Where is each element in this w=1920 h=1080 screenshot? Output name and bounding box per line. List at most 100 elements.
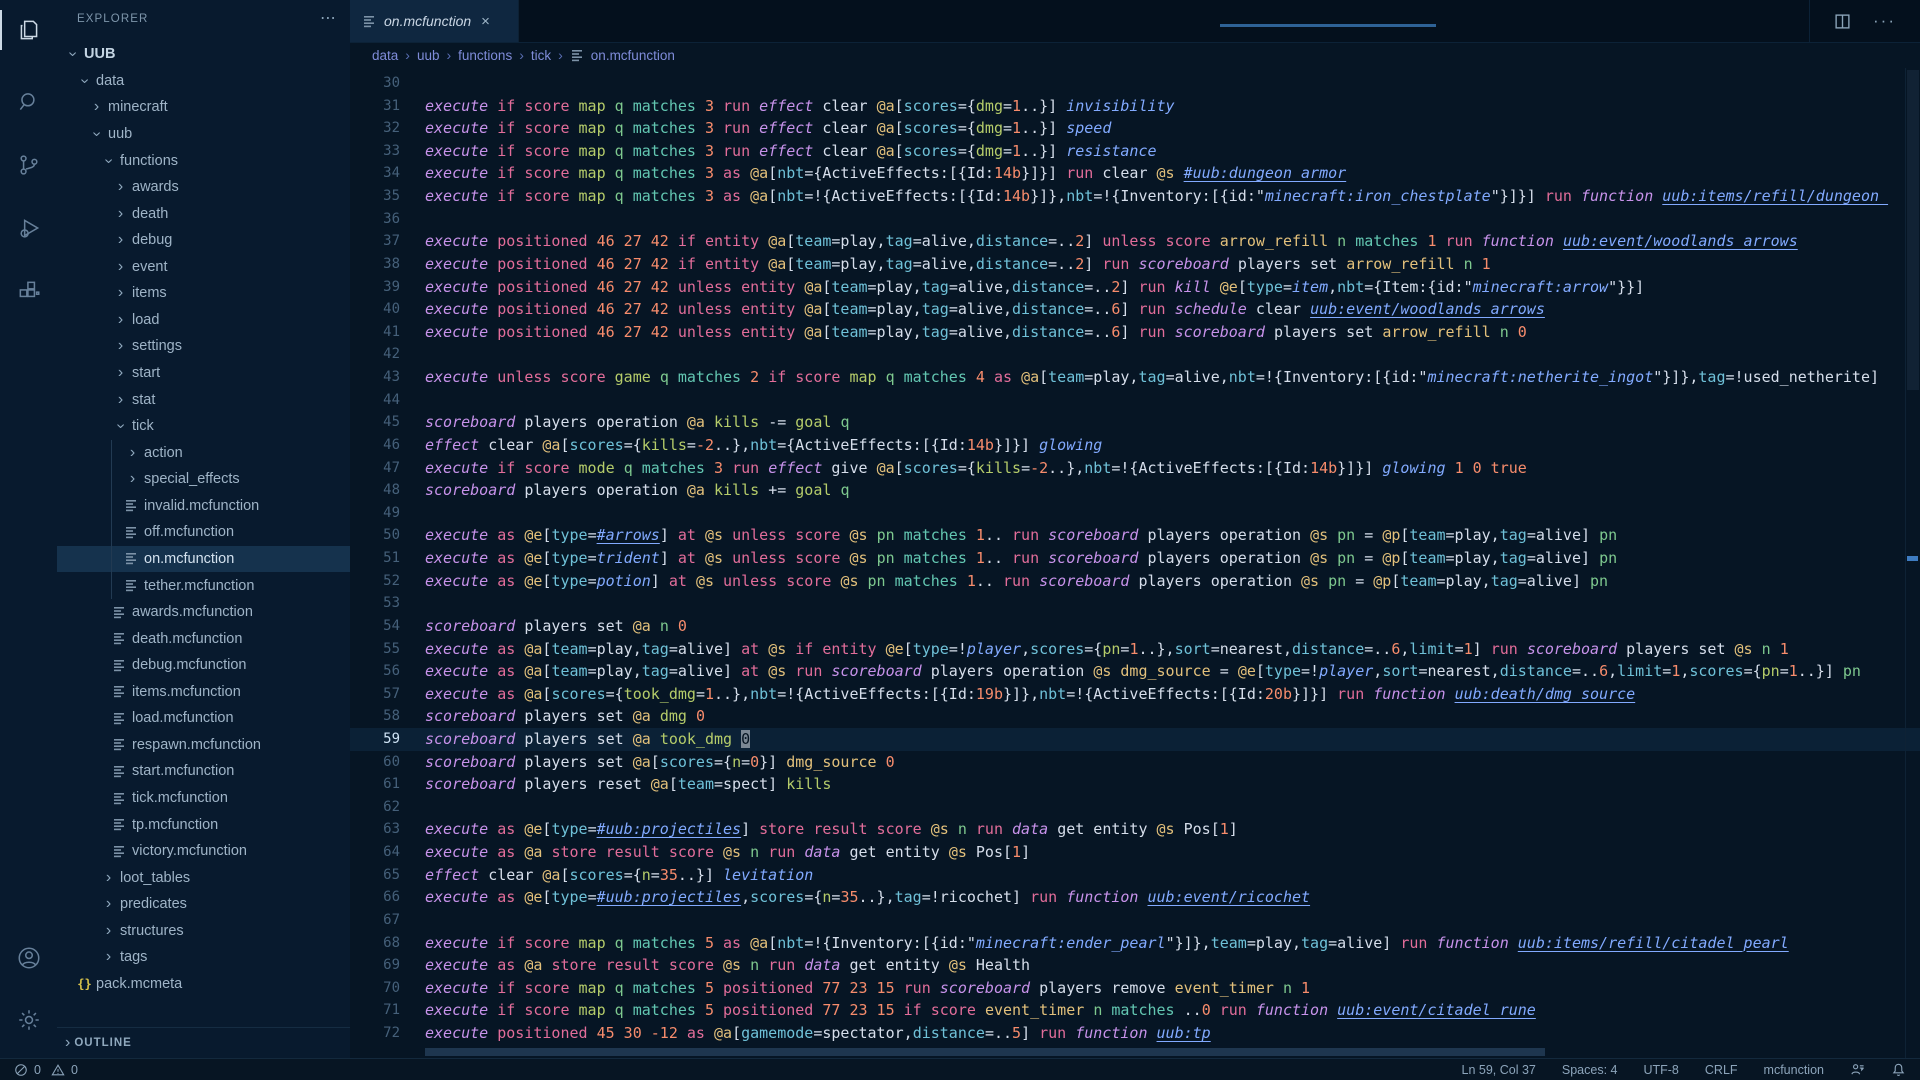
tree-item-items-mcfunction[interactable]: items.mcfunction	[57, 679, 350, 706]
tree-item-debug[interactable]: ›debug	[57, 227, 350, 254]
tree-item-tick-mcfunction[interactable]: tick.mcfunction	[57, 785, 350, 812]
code-line-71[interactable]: 71execute if score map q matches 5 posit…	[350, 999, 1920, 1022]
tab-close-icon[interactable]: ×	[481, 13, 490, 30]
status-item[interactable]: mcfunction	[1764, 1063, 1824, 1077]
tree-item-death-mcfunction[interactable]: death.mcfunction	[57, 625, 350, 652]
outline-section[interactable]: › OUTLINE	[57, 1027, 350, 1058]
code-line-60[interactable]: 60scoreboard players set @a[scores={n=0}…	[350, 751, 1920, 774]
code-line-33[interactable]: 33execute if score map q matches 3 run e…	[350, 140, 1920, 163]
code-line-51[interactable]: 51execute as @e[type=trident] at @s unle…	[350, 547, 1920, 570]
tree-item-tags[interactable]: ›tags	[57, 944, 350, 971]
code-line-63[interactable]: 63execute as @e[type=#uub:projectiles] s…	[350, 818, 1920, 841]
code-line-40[interactable]: 40execute positioned 46 27 42 unless ent…	[350, 298, 1920, 321]
code-line-64[interactable]: 64execute as @a store result score @s n …	[350, 841, 1920, 864]
code-line-70[interactable]: 70execute if score map q matches 5 posit…	[350, 977, 1920, 1000]
tree-item-awards-mcfunction[interactable]: awards.mcfunction	[57, 599, 350, 626]
tree-item-structures[interactable]: ›structures	[57, 918, 350, 945]
status-item[interactable]: Ln 59, Col 37	[1462, 1063, 1536, 1077]
code-line-41[interactable]: 41execute positioned 46 27 42 unless ent…	[350, 321, 1920, 344]
code-line-32[interactable]: 32execute if score map q matches 3 run e…	[350, 117, 1920, 140]
code-line-58[interactable]: 58scoreboard players set @a dmg 0	[350, 705, 1920, 728]
tree-item-uub[interactable]: ›UUB	[57, 41, 350, 68]
breadcrumb-file[interactable]: on.mcfunction	[572, 48, 675, 63]
vertical-scrollbar[interactable]	[1907, 70, 1919, 390]
tree-item-death[interactable]: ›death	[57, 200, 350, 227]
tree-item-functions[interactable]: ›functions	[57, 147, 350, 174]
code-line-50[interactable]: 50execute as @e[type=#arrows] at @s unle…	[350, 524, 1920, 547]
code-line-54[interactable]: 54scoreboard players set @a n 0	[350, 615, 1920, 638]
code-line-35[interactable]: 35execute if score map q matches 3 as @a…	[350, 185, 1920, 208]
tree-item-victory-mcfunction[interactable]: victory.mcfunction	[57, 838, 350, 865]
tree-item-start-mcfunction[interactable]: start.mcfunction	[57, 758, 350, 785]
tree-item-respawn-mcfunction[interactable]: respawn.mcfunction	[57, 732, 350, 759]
status-item[interactable]: CRLF	[1705, 1063, 1738, 1077]
tree-item-stat[interactable]: ›stat	[57, 386, 350, 413]
feedback-icon[interactable]	[1850, 1062, 1865, 1077]
editor-more-icon[interactable]: ···	[1873, 11, 1896, 31]
tree-item-on-mcfunction[interactable]: on.mcfunction	[57, 546, 350, 573]
tree-item-debug-mcfunction[interactable]: debug.mcfunction	[57, 652, 350, 679]
code-line-62[interactable]: 62	[350, 796, 1920, 819]
code-line-53[interactable]: 53	[350, 592, 1920, 615]
code-line-48[interactable]: 48scoreboard players operation @a kills …	[350, 479, 1920, 502]
tree-item-settings[interactable]: ›settings	[57, 333, 350, 360]
tree-item-load-mcfunction[interactable]: load.mcfunction	[57, 705, 350, 732]
code-line-72[interactable]: 72execute positioned 45 30 -12 as @a[gam…	[350, 1022, 1920, 1045]
code-line-39[interactable]: 39execute positioned 46 27 42 unless ent…	[350, 276, 1920, 299]
code-line-37[interactable]: 37execute positioned 46 27 42 if entity …	[350, 230, 1920, 253]
tree-item-start[interactable]: ›start	[57, 360, 350, 387]
code-line-61[interactable]: 61scoreboard players reset @a[team=spect…	[350, 773, 1920, 796]
code-line-65[interactable]: 65effect clear @a[scores={n=35..}] levit…	[350, 864, 1920, 887]
tree-item-tp-mcfunction[interactable]: tp.mcfunction	[57, 811, 350, 838]
code-line-34[interactable]: 34execute if score map q matches 3 as @a…	[350, 162, 1920, 185]
code-line-30[interactable]: 30	[350, 72, 1920, 95]
status-item[interactable]: Spaces: 4	[1562, 1063, 1618, 1077]
tree-item-awards[interactable]: ›awards	[57, 174, 350, 201]
tree-item-loot-tables[interactable]: ›loot_tables	[57, 864, 350, 891]
breadcrumb-item[interactable]: functions	[458, 48, 512, 63]
code-line-57[interactable]: 57execute as @a[scores={took_dmg=1..},nb…	[350, 683, 1920, 706]
run-debug-icon[interactable]	[0, 202, 57, 254]
breadcrumb-item[interactable]: uub	[417, 48, 440, 63]
problems-indicator[interactable]: 0 0	[14, 1063, 78, 1077]
tree-item-items[interactable]: ›items	[57, 280, 350, 307]
tree-item-load[interactable]: ›load	[57, 307, 350, 334]
code-line-42[interactable]: 42	[350, 343, 1920, 366]
explorer-icon[interactable]	[0, 4, 57, 56]
code-line-31[interactable]: 31execute if score map q matches 3 run e…	[350, 95, 1920, 118]
tree-item-tick[interactable]: ›tick	[57, 413, 350, 440]
settings-gear-icon[interactable]	[0, 994, 57, 1046]
code-line-68[interactable]: 68execute if score map q matches 5 as @a…	[350, 932, 1920, 955]
code-line-55[interactable]: 55execute as @a[team=play,tag=alive] at …	[350, 638, 1920, 661]
breadcrumb-scrollbar-thumb[interactable]	[1220, 24, 1436, 27]
tree-item-action[interactable]: ›action	[57, 439, 350, 466]
account-icon[interactable]	[0, 932, 57, 984]
code-line-69[interactable]: 69execute as @a store result score @s n …	[350, 954, 1920, 977]
tab-on-mcfunction[interactable]: on.mcfunction ×	[350, 0, 519, 42]
code-line-56[interactable]: 56execute as @a[team=play,tag=alive] at …	[350, 660, 1920, 683]
horizontal-scrollbar[interactable]	[425, 1048, 1545, 1056]
tree-item-tether-mcfunction[interactable]: tether.mcfunction	[57, 572, 350, 599]
code-line-66[interactable]: 66execute as @e[type=#uub:projectiles,sc…	[350, 886, 1920, 909]
explorer-more-icon[interactable]: ⋯	[320, 14, 336, 24]
tree-item-event[interactable]: ›event	[57, 254, 350, 281]
tree-item-uub[interactable]: ›uub	[57, 121, 350, 148]
search-icon[interactable]	[0, 76, 57, 128]
split-editor-icon[interactable]	[1834, 13, 1851, 30]
tree-item-invalid-mcfunction[interactable]: invalid.mcfunction	[57, 493, 350, 520]
code-line-38[interactable]: 38execute positioned 46 27 42 if entity …	[350, 253, 1920, 276]
tree-item-predicates[interactable]: ›predicates	[57, 891, 350, 918]
tree-item-off-mcfunction[interactable]: off.mcfunction	[57, 519, 350, 546]
code-line-36[interactable]: 36	[350, 208, 1920, 231]
tree-item-pack-mcmeta[interactable]: {}pack.mcmeta	[57, 971, 350, 998]
breadcrumb-item[interactable]: data	[372, 48, 398, 63]
code-line-52[interactable]: 52execute as @e[type=potion] at @s unles…	[350, 570, 1920, 593]
code-line-43[interactable]: 43execute unless score game q matches 2 …	[350, 366, 1920, 389]
extensions-icon[interactable]	[0, 265, 57, 317]
code-line-46[interactable]: 46effect clear @a[scores={kills=-2..},nb…	[350, 434, 1920, 457]
code-line-49[interactable]: 49	[350, 502, 1920, 525]
tree-item-data[interactable]: ›data	[57, 68, 350, 95]
code-line-44[interactable]: 44	[350, 389, 1920, 412]
code-line-67[interactable]: 67	[350, 909, 1920, 932]
code-editor[interactable]: 3031execute if score map q matches 3 run…	[350, 68, 1920, 1058]
